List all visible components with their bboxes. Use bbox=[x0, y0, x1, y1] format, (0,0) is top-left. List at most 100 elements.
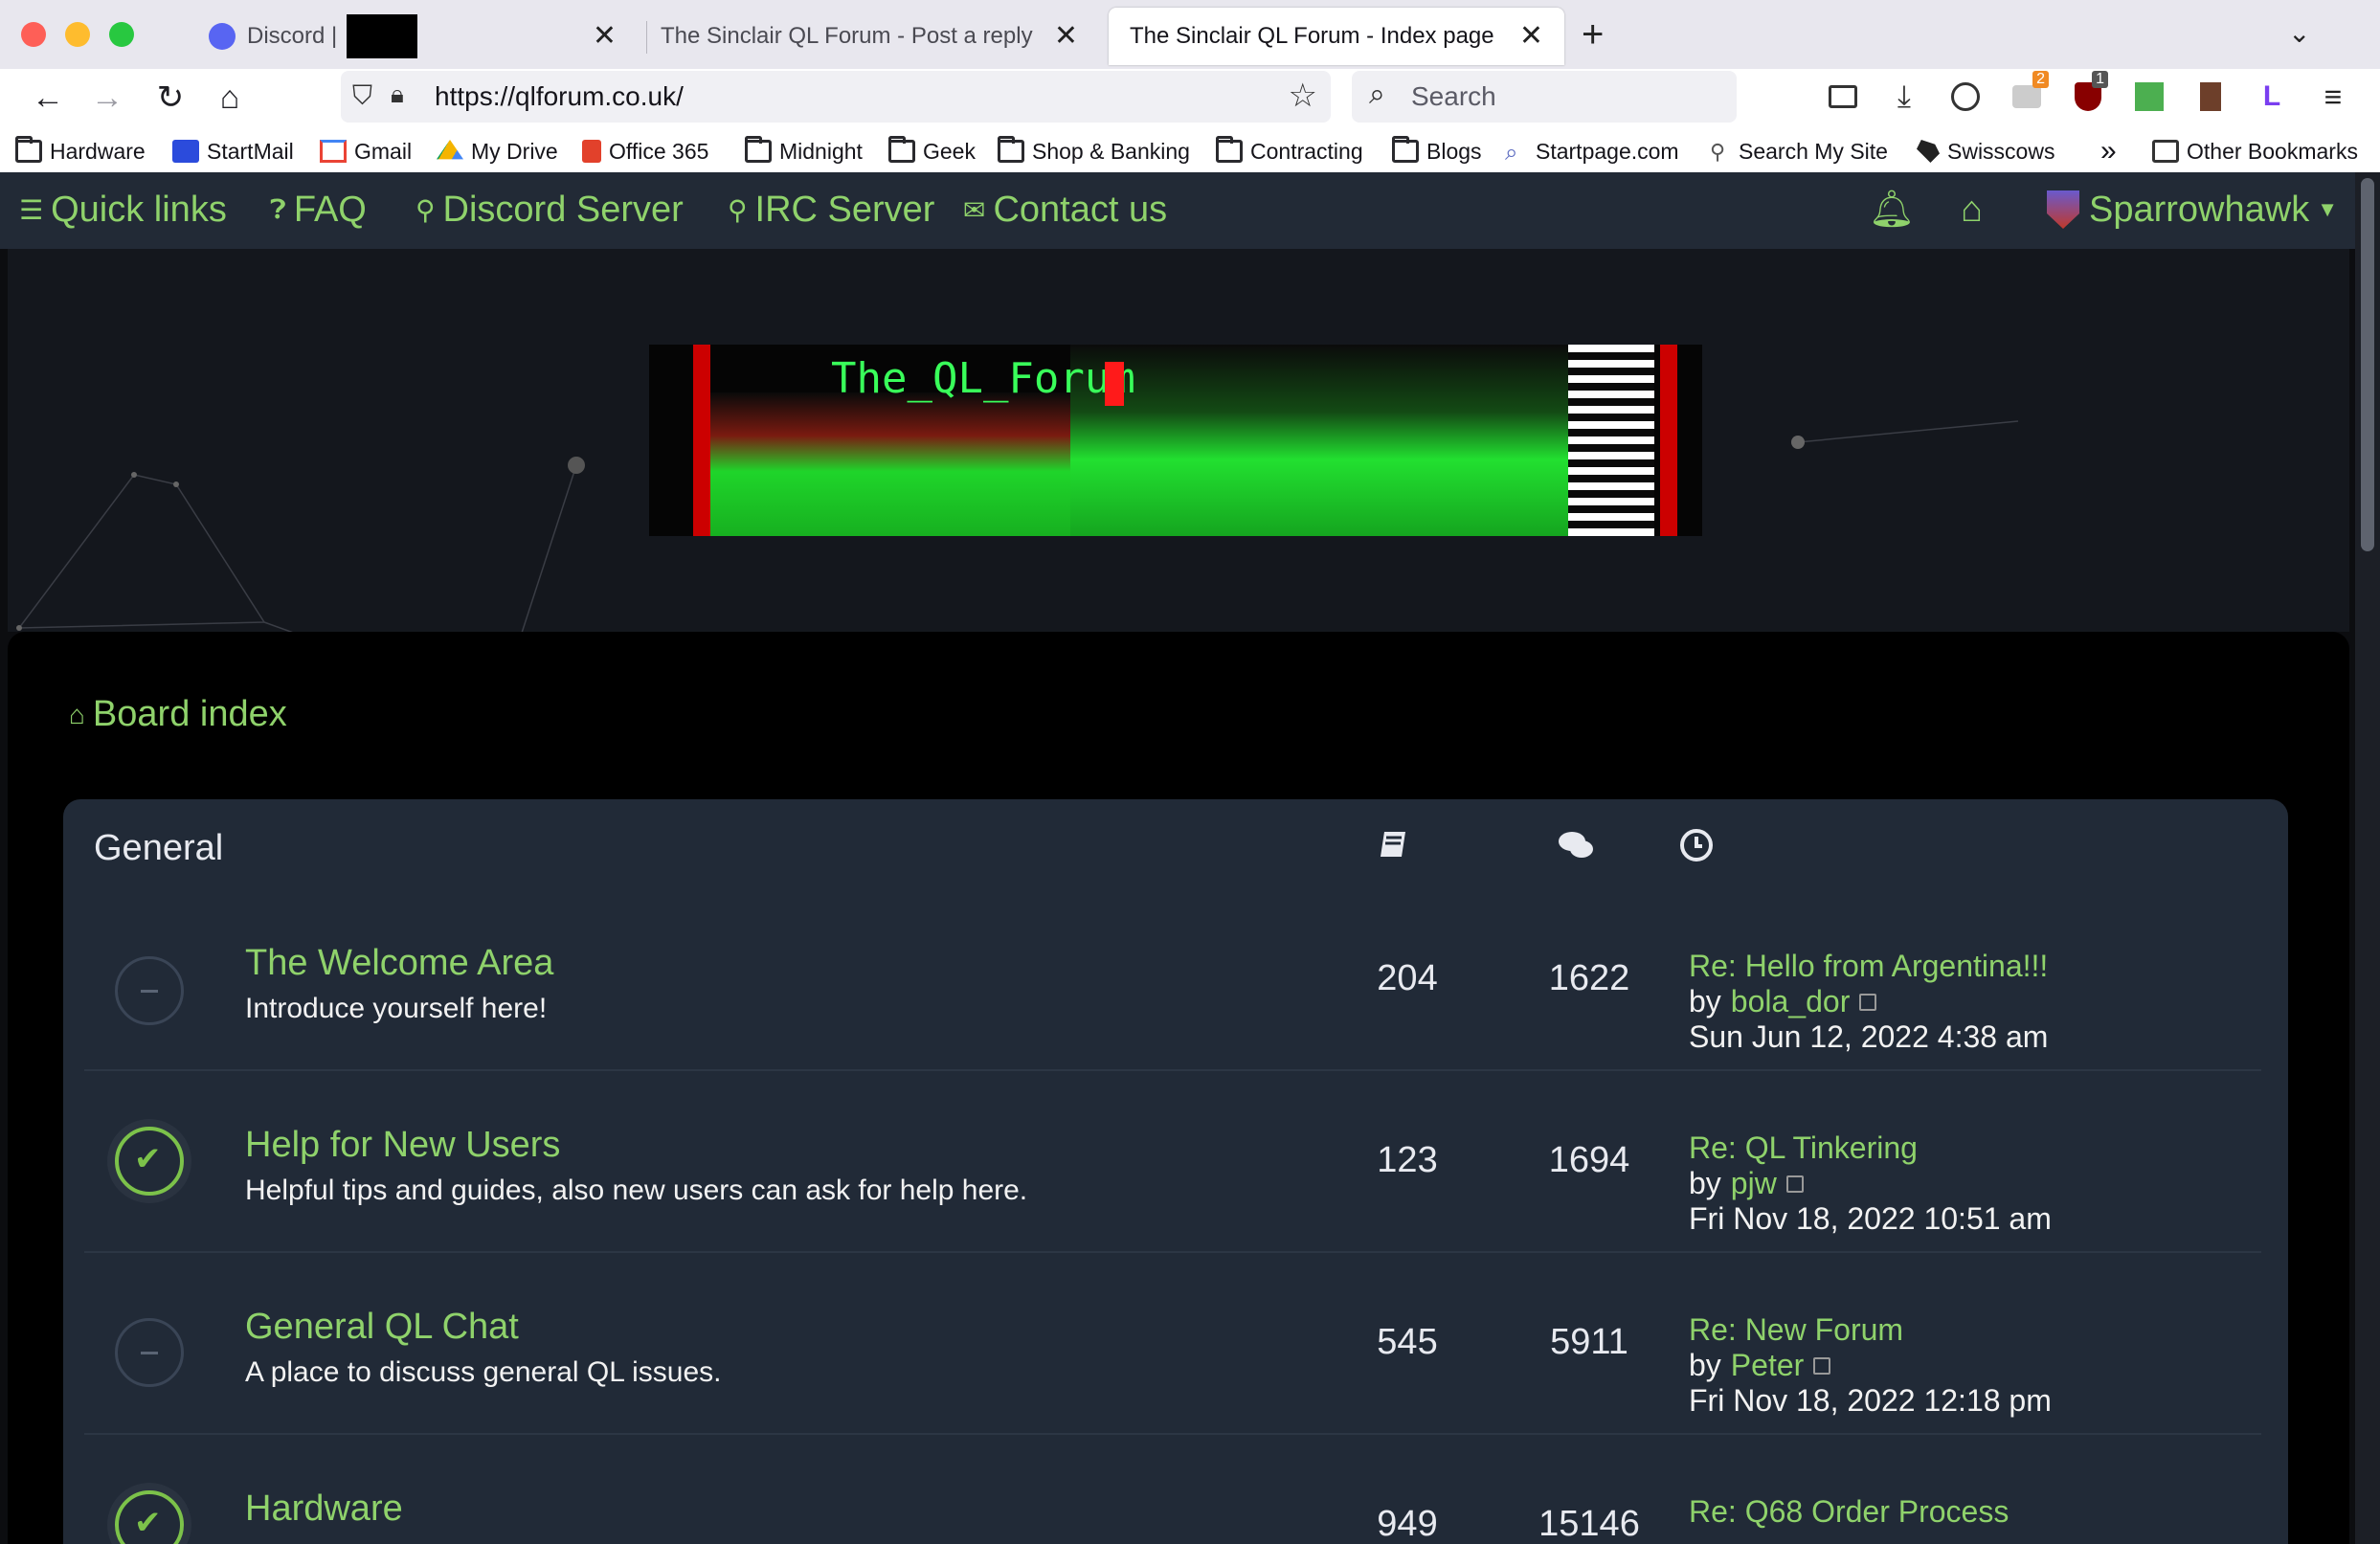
quick-links-menu[interactable]: ☰ Quick links bbox=[19, 186, 227, 234]
green-extension-icon[interactable] bbox=[2127, 75, 2171, 119]
close-tab-icon[interactable]: ✕ bbox=[593, 19, 617, 53]
close-window-button[interactable] bbox=[21, 22, 46, 47]
by-label: by bbox=[1689, 1166, 1721, 1200]
user-menu[interactable]: Sparrowhawk ▼ bbox=[2047, 186, 2338, 234]
tab-list-chevron-icon[interactable]: ⌄ bbox=[2288, 17, 2310, 49]
url-text[interactable]: https://qlforum.co.uk/ bbox=[435, 81, 684, 112]
faq-link[interactable]: ❓︎ FAQ bbox=[270, 186, 367, 234]
reload-icon[interactable]: ↻ bbox=[149, 77, 191, 119]
bookmark-contracting[interactable]: Contracting bbox=[1216, 130, 1363, 172]
forum-banner-image[interactable]: The_QL_Forum bbox=[649, 345, 1702, 536]
shield-icon[interactable]: ⛉ bbox=[352, 80, 372, 112]
bookmark-star-icon[interactable]: ☆ bbox=[1289, 77, 1317, 115]
bookmark-geek[interactable]: Geek bbox=[888, 130, 976, 172]
tab-discord[interactable]: Discord | ✕ bbox=[188, 8, 638, 65]
username-link[interactable]: pjw bbox=[1731, 1166, 1777, 1201]
username-link[interactable]: bola_dor bbox=[1731, 984, 1851, 1019]
bookmark-search-my-site[interactable]: ⚲ Search My Site bbox=[1710, 130, 1888, 172]
last-post-author: by pjw bbox=[1689, 1166, 1804, 1201]
topics-count: 204 bbox=[1377, 958, 1438, 998]
more-bookmarks-chevron-icon[interactable]: » bbox=[2100, 130, 2117, 172]
view-latest-post-icon[interactable] bbox=[1813, 1356, 1831, 1375]
nav-label: FAQ bbox=[293, 189, 367, 230]
forum-read-status-icon bbox=[115, 956, 184, 1025]
reader-view-icon[interactable] bbox=[1821, 75, 1865, 119]
search-icon: ⌕ bbox=[1369, 78, 1385, 110]
bookmark-blogs[interactable]: Blogs bbox=[1392, 130, 1482, 172]
extension-icon[interactable]: 2 bbox=[2005, 71, 2049, 119]
brown-extension-icon[interactable] bbox=[2189, 75, 2233, 119]
topics-count: 949 bbox=[1377, 1504, 1438, 1544]
contact-us-link[interactable]: ✉ Contact us bbox=[963, 186, 1167, 234]
by-label: by bbox=[1689, 984, 1721, 1018]
discord-server-link[interactable]: ⚲ Discord Server bbox=[415, 186, 684, 234]
forum-title-link[interactable]: Help for New Users bbox=[245, 1125, 560, 1166]
bookmark-label: Blogs bbox=[1426, 138, 1482, 164]
bookmark-gmail[interactable]: Gmail bbox=[320, 130, 412, 172]
home-icon[interactable]: ⌂ bbox=[209, 77, 251, 119]
tab-post-reply[interactable]: The Sinclair QL Forum - Post a reply ✕ bbox=[640, 8, 1099, 65]
bookmark-shop-banking[interactable]: Shop & Banking bbox=[998, 130, 1190, 172]
notifications-bell-icon[interactable]: 🔔︎ bbox=[1869, 186, 1915, 234]
forward-arrow-icon[interactable]: → bbox=[86, 77, 128, 119]
l-extension-icon[interactable]: L bbox=[2250, 75, 2294, 119]
bookmark-startmail[interactable]: StartMail bbox=[172, 130, 294, 172]
last-post-title-link[interactable]: Re: Q68 Order Process bbox=[1689, 1494, 2009, 1530]
last-post-clock-icon bbox=[1680, 829, 1713, 862]
back-arrow-icon[interactable]: ← bbox=[27, 77, 69, 119]
forum-description: Helpful tips and guides, also new users … bbox=[245, 1175, 1028, 1206]
downloads-icon[interactable]: ⤓ bbox=[1882, 75, 1926, 119]
bookmark-other[interactable]: Other Bookmarks bbox=[2152, 130, 2358, 172]
forum-row: ✔ Hardware 949 15146 Re: Q68 Order Proce… bbox=[84, 1437, 2261, 1544]
lock-icon[interactable]: 🔒︎ bbox=[391, 79, 404, 110]
by-label: by bbox=[1689, 1348, 1721, 1382]
pin-icon: ⚲ bbox=[1710, 140, 1726, 164]
bookmark-label: Hardware bbox=[50, 138, 146, 164]
forum-row: The Welcome Area Introduce yourself here… bbox=[84, 891, 2261, 1071]
caret-down-icon: ▼ bbox=[2317, 197, 2338, 221]
forum-title-link[interactable]: The Welcome Area bbox=[245, 943, 553, 984]
page-scrollbar[interactable] bbox=[2355, 172, 2380, 1544]
maximize-window-button[interactable] bbox=[109, 22, 134, 47]
bookmark-startpage[interactable]: ⌕ Startpage.com bbox=[1505, 130, 1679, 172]
inbox-icon[interactable]: ⌂ bbox=[1961, 186, 1983, 234]
forum-read-status-icon bbox=[115, 1318, 184, 1387]
password-manager-icon[interactable] bbox=[1943, 75, 1987, 119]
bookmark-hardware[interactable]: Hardware bbox=[15, 130, 146, 172]
bookmark-office-365[interactable]: Office 365 bbox=[582, 130, 708, 172]
forum-title-link[interactable]: Hardware bbox=[245, 1488, 403, 1530]
forum-title-link[interactable]: General QL Chat bbox=[245, 1307, 519, 1348]
view-latest-post-icon[interactable] bbox=[1859, 993, 1877, 1011]
tab-index-page[interactable]: The Sinclair QL Forum - Index page ✕ bbox=[1109, 8, 1564, 65]
menu-hamburger-icon[interactable]: ≡ bbox=[2311, 75, 2355, 119]
minimize-window-button[interactable] bbox=[65, 22, 90, 47]
user-avatar bbox=[2047, 190, 2079, 229]
username-link[interactable]: Peter bbox=[1731, 1348, 1804, 1383]
bookmark-my-drive[interactable]: My Drive bbox=[437, 130, 558, 172]
scrollbar-thumb[interactable] bbox=[2361, 178, 2374, 551]
drive-icon bbox=[437, 140, 463, 160]
startpage-icon: ⌕ bbox=[1505, 140, 1518, 166]
category-title[interactable]: General bbox=[94, 828, 223, 869]
bookmark-midnight[interactable]: Midnight bbox=[745, 130, 863, 172]
breadcrumb[interactable]: ⌂ Board index bbox=[69, 694, 287, 735]
last-post-title-link[interactable]: Re: QL Tinkering bbox=[1689, 1130, 1918, 1166]
last-post-title-link[interactable]: Re: Hello from Argentina!!! bbox=[1689, 949, 2048, 984]
close-tab-icon[interactable]: ✕ bbox=[1519, 19, 1543, 53]
banner-title: The_QL_Forum bbox=[831, 354, 1135, 403]
bookmark-swisscows[interactable]: Swisscows bbox=[1917, 130, 2054, 172]
url-bar[interactable]: ⛉ 🔒︎ https://qlforum.co.uk/ ☆ bbox=[341, 71, 1331, 123]
irc-server-link[interactable]: ⚲ IRC Server bbox=[728, 186, 934, 234]
ublock-icon[interactable]: 1 bbox=[2066, 71, 2110, 119]
map-marker-icon: ⚲ bbox=[415, 194, 436, 225]
topics-count: 545 bbox=[1377, 1322, 1438, 1362]
view-latest-post-icon[interactable] bbox=[1785, 1175, 1804, 1193]
close-tab-icon[interactable]: ✕ bbox=[1054, 19, 1078, 53]
new-tab-button[interactable]: + bbox=[1582, 13, 1604, 56]
last-post-title-link[interactable]: Re: New Forum bbox=[1689, 1312, 1903, 1348]
search-placeholder: Search bbox=[1411, 81, 1496, 111]
forum-description: Introduce yourself here! bbox=[245, 993, 548, 1024]
search-bar[interactable]: ⌕ Search bbox=[1352, 71, 1737, 123]
extension-badge: 2 bbox=[2032, 71, 2049, 88]
envelope-icon: ✉ bbox=[963, 194, 986, 225]
